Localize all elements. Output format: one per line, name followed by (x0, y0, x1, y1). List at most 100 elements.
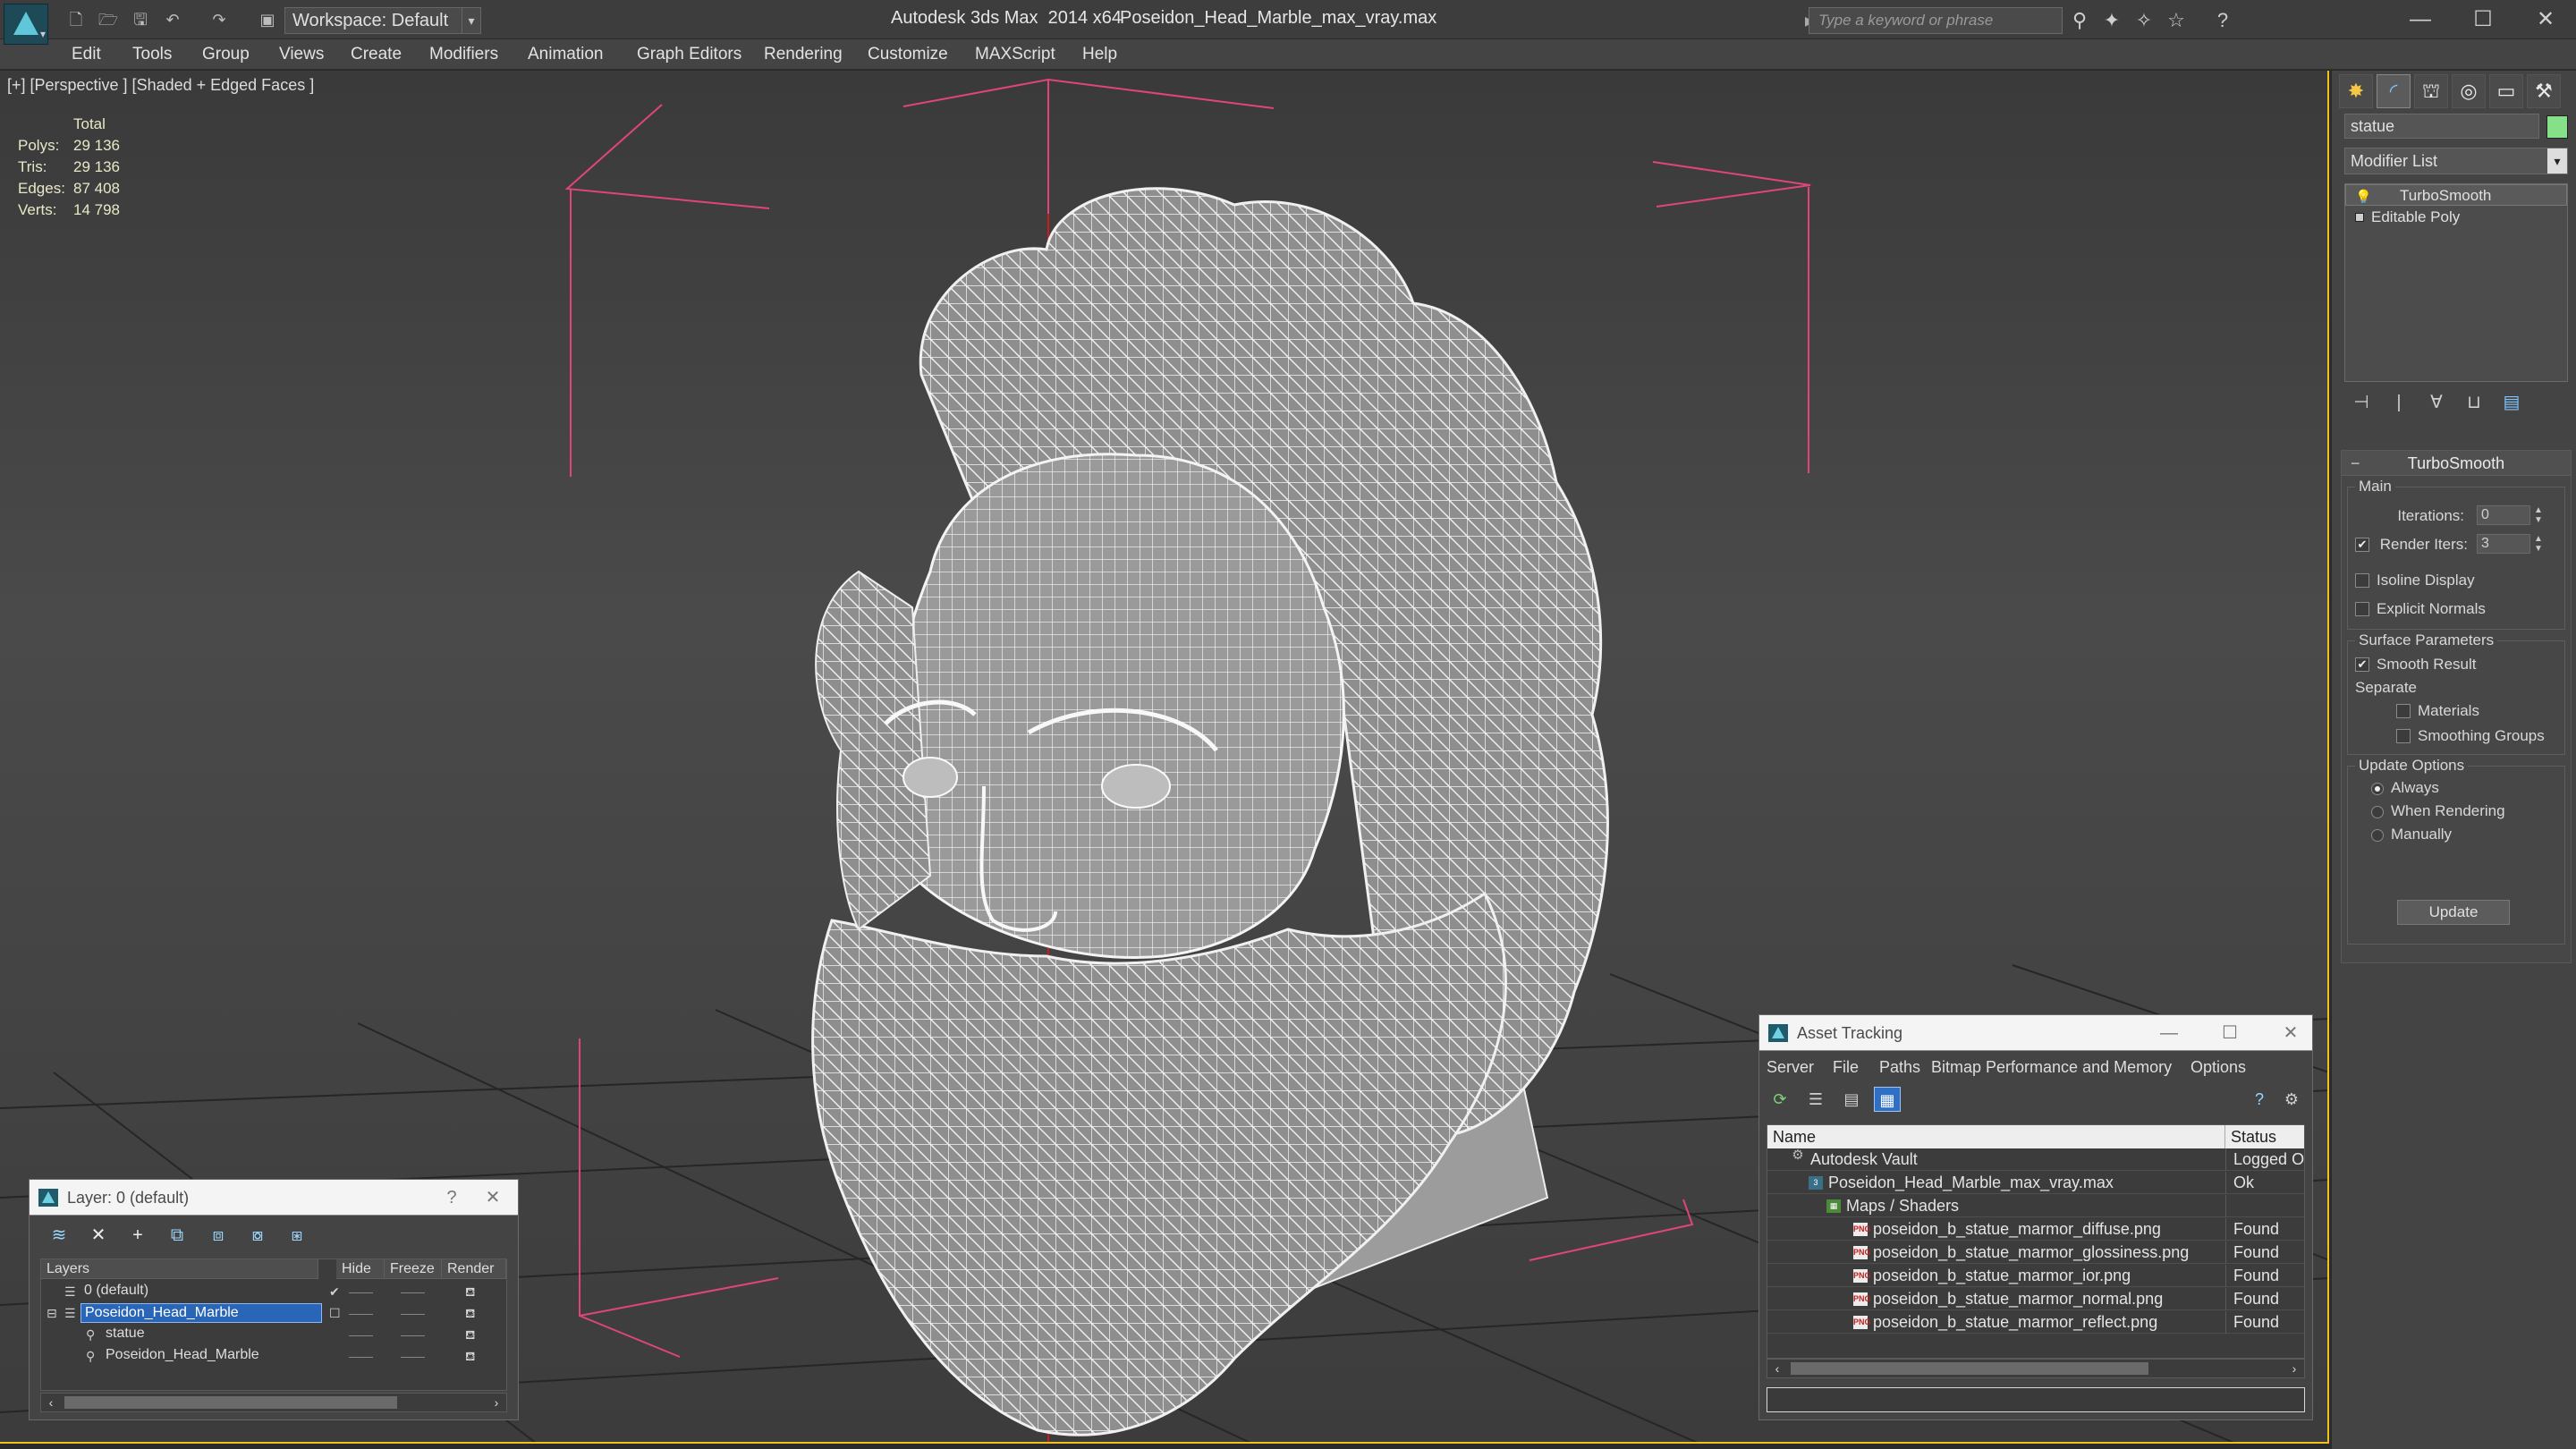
column-header-freeze[interactable]: Freeze (385, 1259, 442, 1279)
layer-name[interactable]: 0 (default) (80, 1282, 154, 1301)
always-radio[interactable] (2371, 783, 2384, 795)
menu-customize[interactable]: Customize (868, 45, 948, 64)
modifier-list-dropdown[interactable]: Modifier List ▾ (2344, 148, 2568, 174)
object-color-swatch[interactable] (2546, 115, 2568, 139)
horizontal-scrollbar[interactable]: ‹ › (1767, 1359, 2305, 1378)
settings-icon[interactable]: ⚙ (2278, 1087, 2305, 1112)
isoline-display-checkbox[interactable] (2355, 573, 2369, 588)
maximize-button[interactable]: ☐ (2456, 4, 2510, 36)
scroll-thumb[interactable] (64, 1396, 397, 1409)
collapse-icon[interactable]: − (2351, 451, 2360, 476)
help-icon[interactable]: ? (2209, 9, 2236, 32)
render-iters-checkbox[interactable]: ✔ (2355, 538, 2369, 552)
table-row[interactable]: PNG poseidon_b_statue_marmor_reflect.png… (1767, 1311, 2304, 1334)
utilities-tab-icon[interactable]: ⚒ (2527, 74, 2561, 108)
freeze-toggle-icon[interactable]: —— (401, 1281, 425, 1302)
menu-create[interactable]: Create (351, 45, 402, 64)
menu-group[interactable]: Group (202, 45, 250, 64)
menu-rendering[interactable]: Rendering (764, 45, 843, 64)
menu-animation[interactable]: Animation (528, 45, 604, 64)
menu-views[interactable]: Views (279, 45, 324, 64)
maximize-icon[interactable]: ☐ (2214, 1021, 2246, 1046)
table-row[interactable]: PNG poseidon_b_statue_marmor_ior.png Fou… (1767, 1265, 2304, 1287)
table-row[interactable]: 3 Poseidon_Head_Marble_max_vray.max Ok (1767, 1172, 2304, 1194)
render-teapot-icon[interactable]: ⛾ (465, 1281, 475, 1302)
render-iters-spinner[interactable]: 3 (2477, 534, 2530, 554)
hierarchy-tab-icon[interactable]: ⛫ (2414, 74, 2448, 108)
render-teapot-icon[interactable]: ⛾ (465, 1345, 475, 1367)
motion-tab-icon[interactable]: ◎ (2452, 74, 2486, 108)
remove-modifier-icon[interactable]: ⊔ (2461, 389, 2487, 416)
scroll-thumb[interactable] (1791, 1362, 2148, 1375)
asset-path-field[interactable] (1767, 1387, 2305, 1412)
render-teapot-icon[interactable]: ⛾ (465, 1324, 475, 1345)
table-row[interactable]: ☰ 0 (default) ✔ —— —— ⛾ (41, 1281, 506, 1302)
table-row[interactable]: PNG poseidon_b_statue_marmor_diffuse.png… (1767, 1218, 2304, 1241)
display-tab-icon[interactable]: ▭ (2489, 74, 2523, 108)
manually-radio[interactable] (2371, 829, 2384, 842)
column-header-status[interactable]: Status (2225, 1125, 2304, 1148)
smooth-result-checkbox[interactable]: ✔ (2355, 657, 2369, 672)
create-tab-icon[interactable]: ✸ (2339, 74, 2373, 108)
new-file-icon[interactable]: 🗋 (64, 9, 88, 30)
hide-toggle-icon[interactable]: —— (349, 1281, 373, 1302)
scroll-right-icon[interactable]: › (487, 1394, 506, 1411)
menu-graph-editors[interactable]: Graph Editors (637, 45, 741, 64)
table-row[interactable]: PNG poseidon_b_statue_marmor_glossiness.… (1767, 1241, 2304, 1264)
delete-layer-icon[interactable]: ✕ (85, 1223, 112, 1248)
asset-menu-paths[interactable]: Paths (1879, 1058, 1920, 1077)
viewport-label[interactable]: [+] [Perspective ] [Shaded + Edged Faces… (7, 76, 314, 95)
menu-modifiers[interactable]: Modifiers (429, 45, 498, 64)
table-row[interactable]: PNG poseidon_b_statue_marmor_normal.png … (1767, 1288, 2304, 1310)
perspective-viewport[interactable]: [+] [Perspective ] [Shaded + Edged Faces… (0, 71, 2329, 1444)
pin-stack-icon[interactable]: ⊣ (2348, 389, 2375, 416)
freeze-toggle-icon[interactable]: —— (401, 1324, 425, 1345)
open-file-icon[interactable]: 🗁 (97, 9, 120, 30)
column-header-render[interactable]: Render (442, 1259, 506, 1279)
when-rendering-radio[interactable] (2371, 806, 2384, 818)
scroll-left-icon[interactable]: ‹ (1767, 1360, 1787, 1377)
asset-menu-options[interactable]: Options (2190, 1058, 2246, 1077)
favorites-star-icon[interactable]: ☆ (2163, 9, 2190, 32)
close-button[interactable]: ✕ (2519, 4, 2572, 36)
thumbnail-view-icon[interactable]: ▤ (1838, 1087, 1865, 1112)
column-header-name[interactable]: Name (1767, 1125, 2225, 1148)
render-teapot-icon[interactable]: ⛾ (465, 1302, 475, 1324)
spinner-arrows-icon[interactable]: ▲ ▼ (2532, 505, 2545, 525)
hide-toggle-icon[interactable]: —— (349, 1302, 373, 1324)
app-logo-menu-button[interactable]: ▾ (4, 4, 48, 45)
menu-maxscript[interactable]: MAXScript (975, 45, 1055, 64)
asset-name[interactable]: poseidon_b_statue_marmor_normal.png (1873, 1288, 2163, 1310)
asset-name[interactable]: poseidon_b_statue_marmor_diffuse.png (1873, 1218, 2161, 1241)
menu-edit[interactable]: Edit (72, 45, 101, 64)
stack-item-turbosmooth[interactable]: 💡 TurboSmooth (2345, 184, 2567, 206)
rollout-title[interactable]: − TurboSmooth (2342, 451, 2571, 476)
asset-name[interactable]: poseidon_b_statue_marmor_ior.png (1873, 1265, 2131, 1287)
explicit-normals-checkbox[interactable] (2355, 602, 2369, 616)
menu-help[interactable]: Help (1082, 45, 1117, 64)
configure-sets-icon[interactable]: ▤ (2498, 389, 2525, 416)
active-layer-check-icon[interactable]: ✔ (329, 1281, 340, 1302)
refresh-icon[interactable]: ⟳ (1767, 1087, 1793, 1112)
update-button[interactable]: Update (2397, 900, 2510, 925)
table-row[interactable]: ⚲ statue —— —— ⛾ (41, 1324, 506, 1345)
stack-item-editable-poly[interactable]: Editable Poly (2345, 206, 2567, 227)
horizontal-scrollbar[interactable]: ‹ › (40, 1393, 507, 1412)
close-icon[interactable]: ✕ (477, 1185, 509, 1210)
hide-toggle-icon[interactable]: —— (349, 1324, 373, 1345)
communication-center-icon[interactable]: ✧ (2131, 9, 2157, 32)
object-name[interactable]: Poseidon_Head_Marble (102, 1346, 265, 1366)
help-icon[interactable]: ? (2246, 1087, 2273, 1112)
minimize-button[interactable]: — (2394, 4, 2447, 36)
binoculars-icon[interactable]: ⚲ (2066, 9, 2093, 32)
list-view-icon[interactable]: ☰ (1802, 1087, 1829, 1112)
asset-menu-bitmap-performance[interactable]: Bitmap Performance and Memory (1931, 1058, 2172, 1077)
save-file-icon[interactable]: 🖫 (129, 9, 152, 30)
create-layer-icon[interactable]: ≋ (46, 1223, 72, 1248)
workspace-dropdown[interactable]: Workspace: Default ▾ (284, 7, 479, 34)
make-unique-icon[interactable]: ∀ (2423, 389, 2450, 416)
close-icon[interactable]: ✕ (2275, 1021, 2307, 1046)
layer-window-titlebar[interactable]: Layer: 0 (default) ? ✕ (30, 1180, 518, 1216)
table-row[interactable]: ⚙ Autodesk Vault Logged Out (1767, 1148, 2304, 1171)
active-layer-box-icon[interactable]: ☐ (329, 1302, 341, 1324)
